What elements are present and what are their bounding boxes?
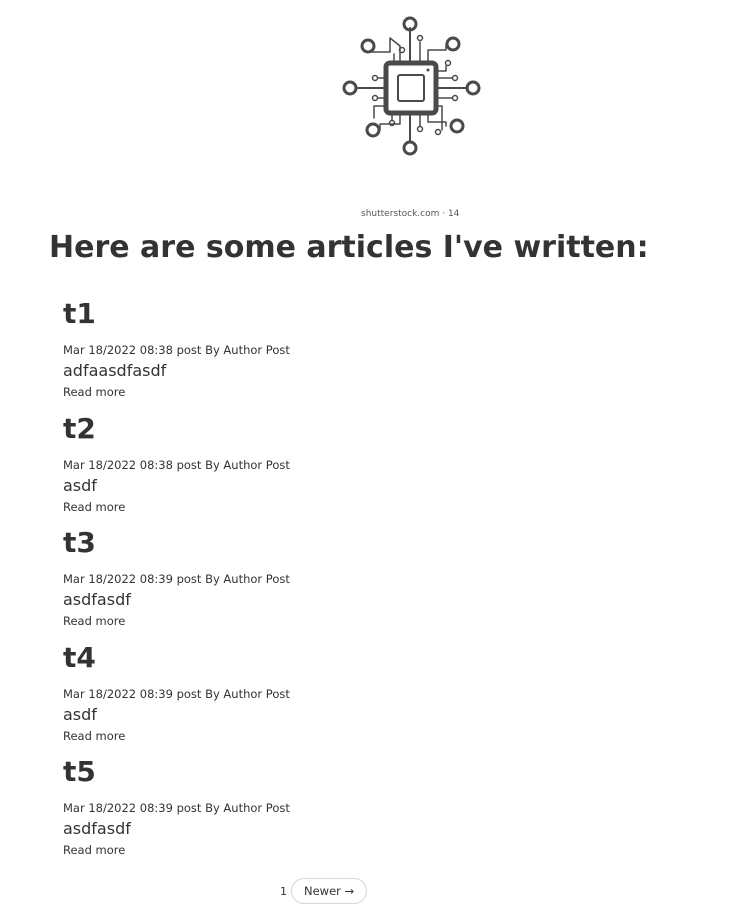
article-title: t5 xyxy=(63,755,96,788)
image-caption: shutterstock.com · 1408262 xyxy=(361,209,459,219)
hero-banner: shutterstock.com · 1408262 xyxy=(0,0,732,222)
article-item: t2 Mar 18/2022 08:38 post By Author Post… xyxy=(63,407,663,522)
article-excerpt: asdfasdf xyxy=(63,590,131,609)
read-more-link[interactable]: Read more xyxy=(63,613,125,629)
article-item: t3 Mar 18/2022 08:39 post By Author Post… xyxy=(63,521,663,636)
article-meta: Mar 18/2022 08:39 post By Author Post xyxy=(63,686,290,701)
article-item: t5 Mar 18/2022 08:39 post By Author Post… xyxy=(63,750,663,865)
circuit-chip-icon xyxy=(342,16,481,156)
article-meta: Mar 18/2022 08:39 post By Author Post xyxy=(63,801,290,815)
article-item: t4 Mar 18/2022 08:39 post By Author Post… xyxy=(63,636,663,751)
article-meta: Mar 18/2022 08:38 post By Author Post xyxy=(63,457,290,472)
article-title: t2 xyxy=(63,411,96,445)
read-more-link[interactable]: Read more xyxy=(63,728,125,744)
read-more-link[interactable]: Read more xyxy=(63,842,125,858)
article-meta: Mar 18/2022 08:38 post By Author Post xyxy=(63,343,290,357)
newer-page-button[interactable]: Newer → xyxy=(291,878,368,904)
article-excerpt: adfaasdfasdf xyxy=(63,361,167,380)
article-meta: Mar 18/2022 08:39 post By Author Post xyxy=(63,572,290,586)
article-title: t4 xyxy=(63,640,96,674)
current-page-number: 1 xyxy=(280,884,287,898)
article-title: t1 xyxy=(63,297,96,330)
page-title: Here are some articles I've written: xyxy=(49,230,649,265)
read-more-link[interactable]: Read more xyxy=(63,499,125,515)
article-excerpt: asdf xyxy=(63,475,97,495)
article-excerpt: asdf xyxy=(63,704,97,724)
article-excerpt: asdfasdf xyxy=(63,819,131,838)
article-title: t3 xyxy=(63,526,96,559)
read-more-link[interactable]: Read more xyxy=(63,384,125,400)
article-item: t1 Mar 18/2022 08:38 post By Author Post… xyxy=(63,292,663,407)
pagination: 1 Newer → xyxy=(280,877,368,905)
article-list: t1 Mar 18/2022 08:38 post By Author Post… xyxy=(63,292,663,865)
